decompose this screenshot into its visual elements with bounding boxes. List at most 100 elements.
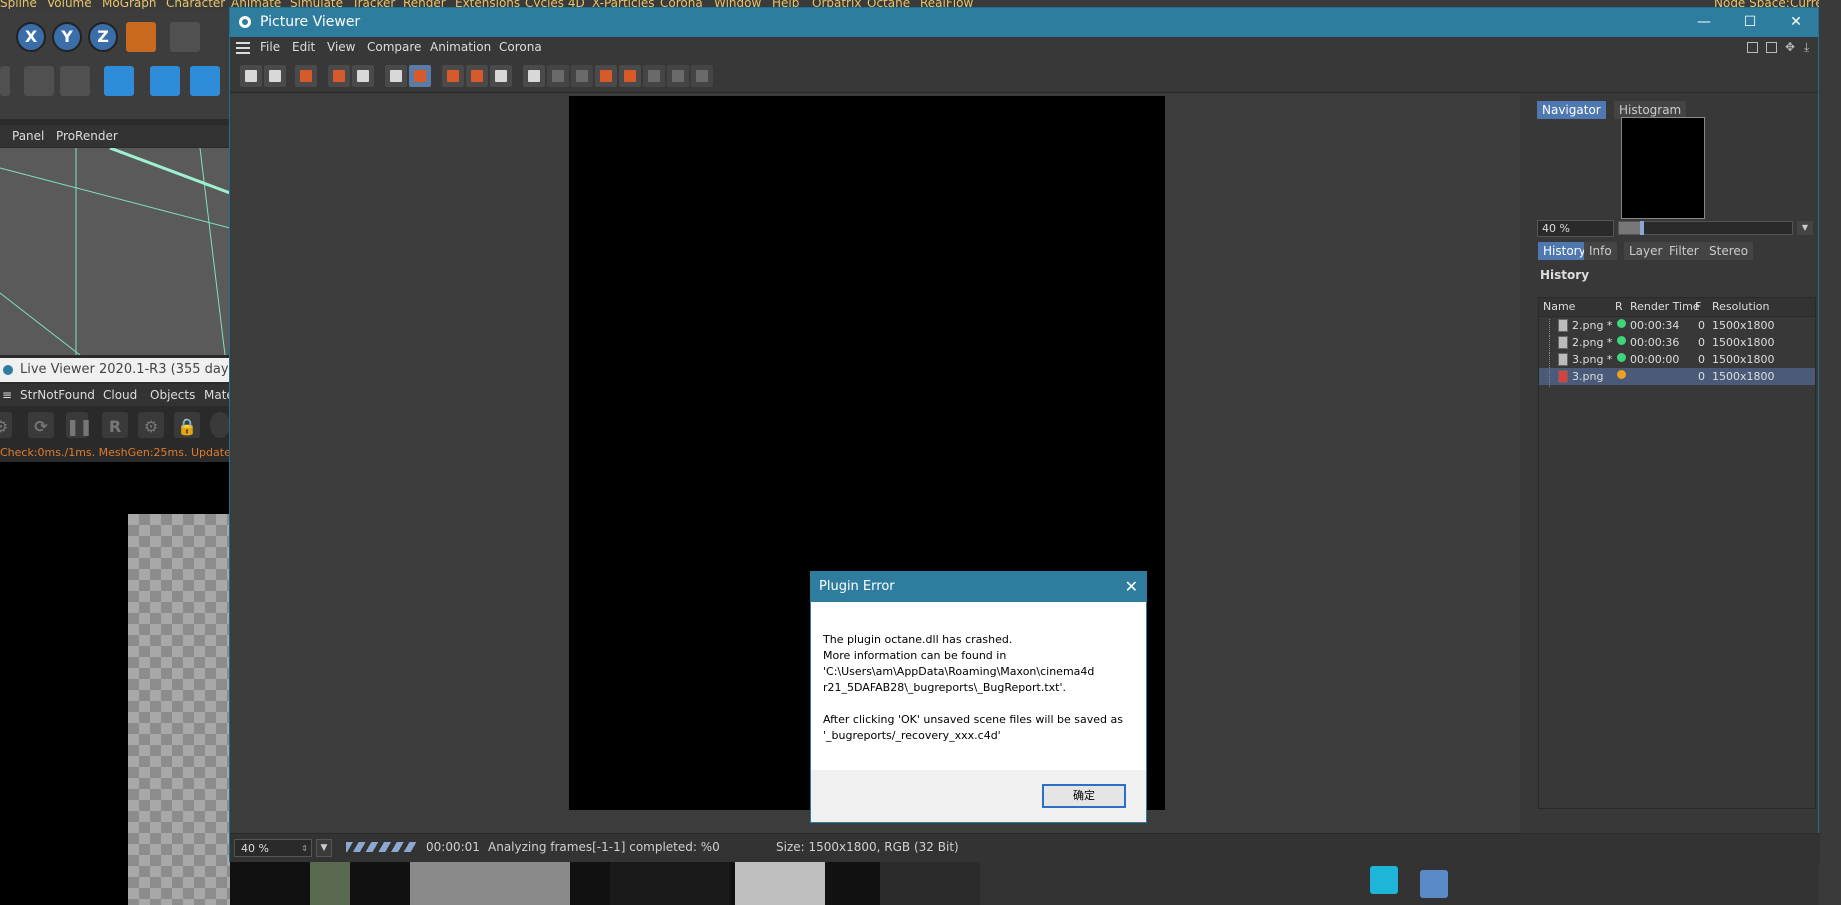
pause-icon[interactable]: ❚❚ [66,412,93,438]
new-window-icon[interactable] [1766,42,1777,53]
hamburger-icon[interactable] [236,42,250,54]
history-row[interactable]: 2.png * 00:00:36 0 1500x1800 [1539,334,1815,353]
chevron-down-icon[interactable]: ▼ [1797,221,1813,235]
stamp-icon[interactable] [352,65,374,87]
c4d-menu-character[interactable]: Character [166,0,225,9]
x-axis-button[interactable]: X [16,22,46,52]
scale-icon[interactable] [190,66,220,96]
tab-info[interactable]: Info [1584,242,1617,260]
dialog-titlebar[interactable]: Plugin Error ✕ [811,572,1146,602]
3d-viewport[interactable] [0,148,230,355]
c4d-menu-spline[interactable]: Spline [0,0,37,9]
region-icon[interactable] [328,65,350,87]
view-b-icon[interactable] [466,65,488,87]
picture-viewer-titlebar[interactable]: Picture Viewer — ☐ ✕ [230,8,1818,37]
minimize-button[interactable]: — [1681,8,1727,37]
navigator-zoom-field[interactable]: 40 % [1537,220,1614,237]
viewport-menu-panel[interactable]: Panel [12,129,44,143]
ok-button[interactable]: 确定 [1042,784,1126,808]
lv-menu-cloud[interactable]: Cloud [103,388,137,402]
layer-icon[interactable] [1370,866,1398,894]
lock-icon[interactable]: 🔒 [174,412,200,438]
menu-compare[interactable]: Compare [367,40,421,54]
history-row[interactable]: 3.png * 00:00:00 0 1500x1800 [1539,351,1815,370]
zoom-field[interactable]: 40 % ⇕ [234,839,312,857]
navigator-thumbnail[interactable] [1621,117,1705,219]
row-name: 3.png * [1572,353,1613,366]
col-r[interactable]: R [1615,300,1623,313]
elapsed-time: 00:00:01 [426,840,480,854]
diff-icon[interactable] [643,65,665,87]
col-resolution[interactable]: Resolution [1712,300,1769,313]
split-vertical-icon[interactable] [547,65,569,87]
menu-edit[interactable]: Edit [292,40,315,54]
tool-partial-icon[interactable] [0,66,10,96]
render-detail-text [610,862,730,905]
picture-viewer-menubar: File Edit View Compare Animation Corona … [230,37,1818,59]
tab-filter[interactable]: Filter [1664,242,1704,260]
trash-icon[interactable] [104,66,134,96]
gear-icon[interactable]: ⚙ [0,412,12,438]
tab-history[interactable]: History [1538,242,1591,260]
live-viewer-menubar: ≡ StrNotFound Cloud Objects Mate [0,384,234,406]
c4d-bottom-panel [980,862,1841,905]
message-line: The plugin octane.dll has crashed. [823,633,1013,646]
view-a-icon[interactable] [442,65,464,87]
ab-compare-icon[interactable] [523,65,545,87]
c4d-menu-volume[interactable]: Volume [47,0,92,9]
cube-icon[interactable] [24,66,54,96]
chevron-down-icon[interactable]: ▼ [316,839,332,857]
navigator-zoom-slider[interactable] [1618,221,1793,235]
package-icon[interactable] [1420,870,1448,898]
circle-icon[interactable] [210,412,230,438]
history-row[interactable]: 2.png * 00:00:34 0 1500x1800 [1539,317,1815,336]
row-name: 3.png [1572,370,1604,383]
move-icon[interactable] [150,66,180,96]
overlay-icon[interactable] [691,65,713,87]
y-axis-button[interactable]: Y [52,22,82,52]
slider-handle[interactable] [1640,221,1644,235]
compare-icon[interactable] [490,65,512,87]
maximize-button[interactable]: ☐ [1727,8,1773,37]
col-f[interactable]: F [1695,300,1701,313]
move-view-icon[interactable]: ✥ [1785,40,1795,54]
coordinate-system-icon[interactable] [126,22,156,52]
status-dot-icon [1617,336,1626,345]
set-b-icon[interactable] [619,65,641,87]
stop-render-icon[interactable] [295,65,317,87]
lv-menu-strnotfound[interactable]: StrNotFound [20,388,95,402]
refresh-icon[interactable]: ⟳ [28,412,54,438]
set-a-icon[interactable] [595,65,617,87]
viewport-menu-prorender[interactable]: ProRender [56,129,118,143]
save-file-icon[interactable] [264,65,286,87]
c4d-menu-mograph[interactable]: MoGraph [102,0,157,9]
close-button[interactable]: ✕ [1773,8,1819,37]
menu-corona[interactable]: Corona [499,40,542,54]
z-axis-button[interactable]: Z [88,22,118,52]
close-icon[interactable]: ✕ [1125,572,1138,602]
cubes-icon[interactable] [60,66,90,96]
hamburger-icon[interactable]: ≡ [2,388,12,402]
open-file-icon[interactable] [240,65,262,87]
swap-icon[interactable] [667,65,689,87]
clapper-icon[interactable] [170,22,200,52]
copy-icon[interactable] [385,65,407,87]
tab-navigator[interactable]: Navigator [1537,101,1606,119]
live-viewer-toolbar: ⚙ ⟳ ❚❚ R ⚙ 🔒 [0,406,230,446]
menu-animation[interactable]: Animation [430,40,491,54]
tab-layer[interactable]: Layer [1624,242,1668,260]
pin-icon[interactable]: ⤓ [1804,40,1809,55]
region-render-icon[interactable]: R [102,412,128,438]
layout-panel-icon[interactable] [1747,42,1758,53]
menu-view[interactable]: View [327,40,355,54]
stepper-icon[interactable]: ⇕ [301,840,308,858]
tab-stereo[interactable]: Stereo [1704,242,1754,260]
split-horizontal-icon[interactable] [571,65,593,87]
lv-menu-objects[interactable]: Objects [150,388,195,402]
history-layers-icon[interactable] [409,65,431,87]
menu-file[interactable]: File [260,40,280,54]
col-render-time[interactable]: Render Time [1630,300,1700,313]
col-name[interactable]: Name [1543,300,1575,313]
settings-gear-icon[interactable]: ⚙ [138,412,164,438]
history-row-selected[interactable]: 3.png 0 1500x1800 [1539,368,1815,387]
